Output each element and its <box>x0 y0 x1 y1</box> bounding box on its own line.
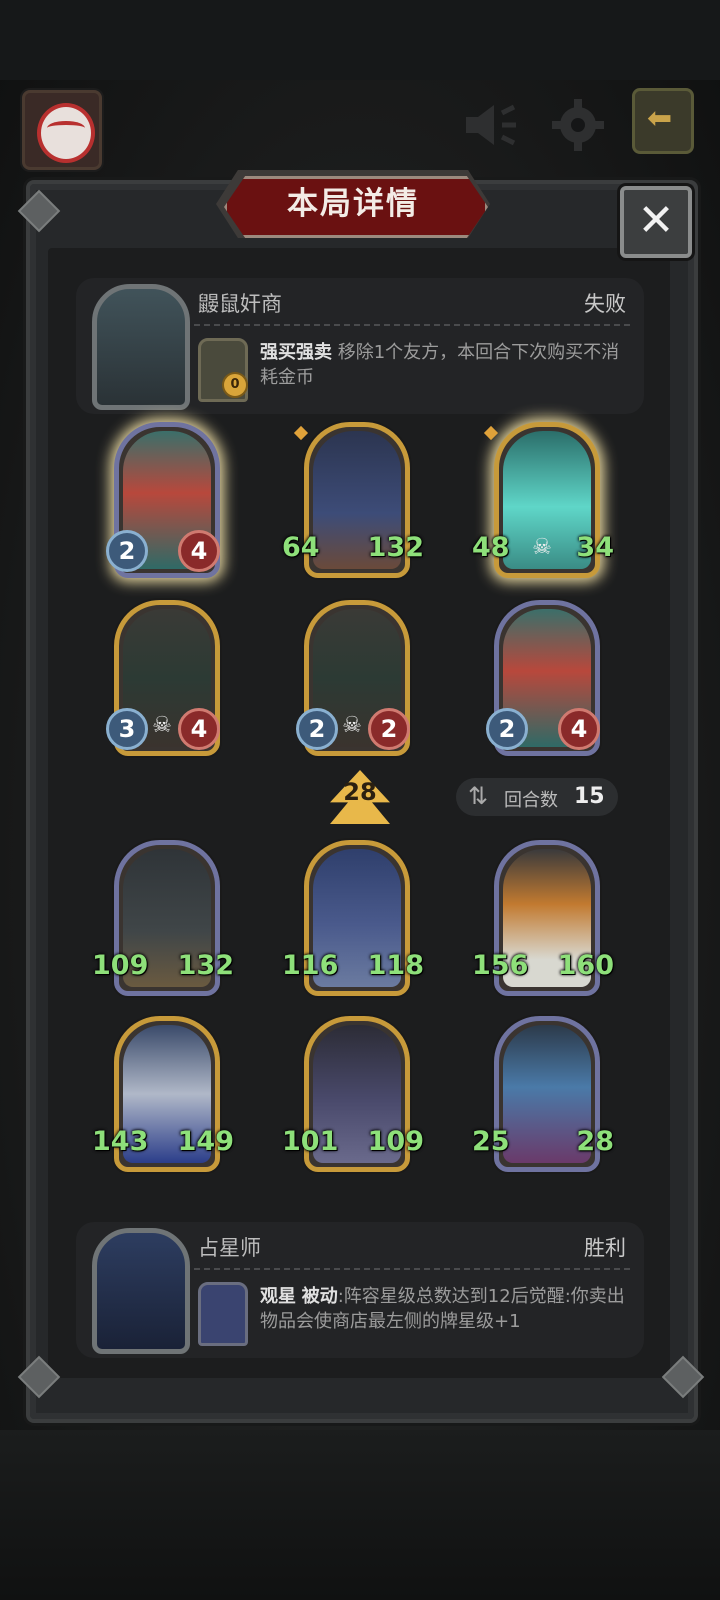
player-unit-card[interactable]: 156 160 <box>472 838 614 996</box>
divider <box>194 1268 630 1270</box>
opponent-unit-card[interactable]: 24 <box>486 598 600 756</box>
player-skill-tag: 被动 <box>301 1286 338 1307</box>
page-title: 本局详情 <box>287 186 419 222</box>
player-skill-name: 观星 <box>260 1286 296 1307</box>
player-unit-card[interactable]: 25 28 <box>472 1014 614 1172</box>
player-avatar-button[interactable] <box>22 90 102 170</box>
unit-attack: 109 <box>92 950 149 981</box>
unit-attack: 25 <box>472 1126 510 1157</box>
unit-health: 2 <box>368 708 410 750</box>
unit-attack: 2 <box>486 708 528 750</box>
opponent-unit-card[interactable]: 48 34 ☠ <box>472 420 614 578</box>
rounds-badge: ⇅ 回合数 15 <box>456 778 618 816</box>
unit-health: 132 <box>367 532 424 563</box>
settings-gear-icon[interactable] <box>548 95 608 155</box>
close-icon: ✕ <box>637 195 675 246</box>
skull-icon: ☠ <box>342 713 362 738</box>
opponent-unit-card[interactable]: 3 4 ☠ <box>106 598 220 756</box>
unit-attack: 156 <box>472 950 529 981</box>
rounds-value: 15 <box>574 784 605 809</box>
player-hero-name: 占星师 <box>198 1236 261 1260</box>
unit-attack: 143 <box>92 1126 149 1157</box>
coin-icon: 0 <box>222 372 248 398</box>
background-floor <box>0 1430 720 1600</box>
unit-attack: 101 <box>282 1126 339 1157</box>
player-unit-card[interactable]: 143 149 <box>92 1014 234 1172</box>
opponent-hero-portrait[interactable] <box>92 284 190 410</box>
unit-health: 4 <box>178 708 220 750</box>
unit-health: 109 <box>367 1126 424 1157</box>
unit-health: 118 <box>367 950 424 981</box>
unit-attack: 48 <box>472 532 510 563</box>
exit-button[interactable] <box>632 88 694 154</box>
unit-health: 132 <box>177 950 234 981</box>
skull-icon: ☠ <box>532 535 552 560</box>
unit-health: 4 <box>558 708 600 750</box>
refresh-icon: ⇅ <box>468 782 489 810</box>
avatar-icon <box>37 103 95 163</box>
mute-speaker-icon[interactable] <box>460 95 520 155</box>
player-unit-card[interactable]: 101 109 <box>282 1014 424 1172</box>
unit-health: 28 <box>576 1126 614 1157</box>
player-hero-portrait[interactable] <box>92 1228 190 1354</box>
player-result: 胜利 <box>584 1236 626 1260</box>
opponent-hero-name: 鼹鼠奸商 <box>198 292 282 316</box>
opponent-skill-name: 强买强卖 <box>260 342 332 363</box>
opponent-unit-card[interactable]: 24 <box>106 420 220 578</box>
unit-health: 149 <box>177 1126 234 1157</box>
player-info: 占星师 胜利 观星 被动:阵容星级总数达到12后觉醒:你卖出物品会使商店最左侧的… <box>76 1222 644 1358</box>
unit-attack: 2 <box>106 530 148 572</box>
opponent-info: 鼹鼠奸商 失败 0 强买强卖 移除1个友方，本回合下次购买不消耗金币 <box>76 278 644 414</box>
unit-health: 160 <box>557 950 614 981</box>
unit-attack: 3 <box>106 708 148 750</box>
unit-attack: 64 <box>282 532 320 563</box>
level-value: 28 <box>343 778 377 806</box>
unit-attack: 2 <box>296 708 338 750</box>
close-button[interactable]: ✕ <box>620 186 692 258</box>
opponent-unit-card[interactable]: 64 132 <box>282 420 424 578</box>
player-skill-text: 观星 被动:阵容星级总数达到12后觉醒:你卖出物品会使商店最左侧的牌星级+1 <box>260 1284 630 1334</box>
unit-health: 4 <box>178 530 220 572</box>
player-skill-icon[interactable] <box>198 1282 248 1346</box>
opponent-unit-card[interactable]: 2 2 ☠ <box>296 598 410 756</box>
unit-attack: 116 <box>282 950 339 981</box>
player-unit-card[interactable]: 109 132 <box>92 838 234 996</box>
opponent-result: 失败 <box>584 292 626 316</box>
player-unit-card[interactable]: 116 118 <box>282 838 424 996</box>
background-wall <box>0 0 720 80</box>
skull-icon: ☠ <box>152 713 172 738</box>
rounds-label: 回合数 <box>504 790 558 811</box>
unit-health: 34 <box>576 532 614 563</box>
opponent-skill-text: 强买强卖 移除1个友方，本回合下次购买不消耗金币 <box>260 340 630 390</box>
divider <box>194 324 630 326</box>
